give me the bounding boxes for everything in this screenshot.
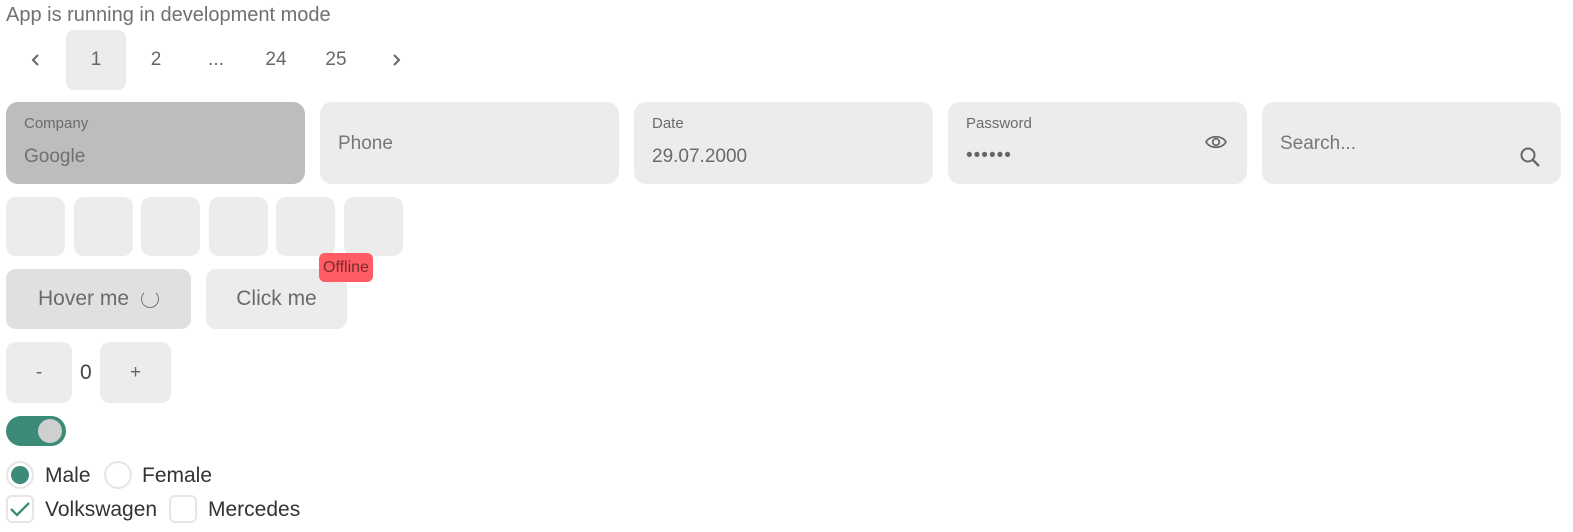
checkbox-volkswagen-label[interactable]: Volkswagen: [45, 498, 157, 522]
radio-female[interactable]: [104, 461, 132, 489]
search-field[interactable]: Search...: [1262, 102, 1561, 184]
chevron-left-icon: [31, 54, 39, 66]
decrement-button[interactable]: -: [6, 342, 72, 403]
hover-me-button[interactable]: Hover me: [6, 269, 191, 329]
checkbox-mercedes-label[interactable]: Mercedes: [208, 498, 300, 522]
phone-field[interactable]: Phone: [320, 102, 619, 184]
pagination-page-1[interactable]: 1: [66, 30, 126, 90]
pagination-page-24[interactable]: 24: [246, 30, 306, 90]
radio-female-label[interactable]: Female: [142, 464, 212, 488]
pagination-page-25[interactable]: 25: [306, 30, 366, 90]
hover-me-label: Hover me: [37, 287, 130, 310]
password-value: ••••••: [966, 145, 1012, 166]
eye-icon[interactable]: [1204, 132, 1228, 157]
date-label: Date: [652, 115, 684, 132]
code-box-4[interactable]: [209, 197, 268, 256]
increment-button[interactable]: +: [100, 342, 171, 403]
search-icon[interactable]: [1519, 146, 1541, 173]
pagination-page-2[interactable]: 2: [126, 30, 186, 90]
code-box-3[interactable]: [141, 197, 200, 256]
checkbox-volkswagen[interactable]: [6, 495, 34, 523]
phone-placeholder: Phone: [338, 133, 393, 154]
code-box-5[interactable]: [276, 197, 335, 256]
check-icon: [10, 502, 30, 517]
date-field[interactable]: Date 29.07.2000: [634, 102, 933, 184]
company-field[interactable]: Company Google: [6, 102, 305, 184]
password-field[interactable]: Password ••••••: [948, 102, 1247, 184]
dev-mode-banner: App is running in development mode: [6, 4, 331, 26]
offline-badge: Offline: [319, 253, 373, 282]
radio-male[interactable]: [6, 461, 34, 489]
toggle-switch[interactable]: [6, 416, 66, 446]
radio-male-label[interactable]: Male: [45, 464, 91, 488]
code-box-2[interactable]: [74, 197, 133, 256]
pagination-prev-button[interactable]: [6, 30, 66, 90]
password-label: Password: [966, 115, 1032, 132]
toggle-knob: [38, 419, 62, 443]
checkbox-mercedes[interactable]: [169, 495, 197, 523]
company-value: Google: [24, 146, 86, 167]
radio-selected-dot: [11, 466, 29, 484]
pagination-ellipsis[interactable]: ...: [186, 30, 246, 90]
loading-spinner-icon: [141, 290, 160, 308]
code-box-1[interactable]: [6, 197, 65, 256]
chevron-right-icon: [393, 54, 401, 66]
date-value: 29.07.2000: [652, 146, 748, 167]
stepper-value: 0: [80, 361, 92, 384]
search-placeholder: Search...: [1280, 133, 1357, 154]
pagination-next-button[interactable]: [366, 30, 426, 90]
code-box-6[interactable]: [344, 197, 403, 256]
company-label: Company: [24, 115, 89, 132]
click-me-label: Click me: [236, 287, 317, 310]
